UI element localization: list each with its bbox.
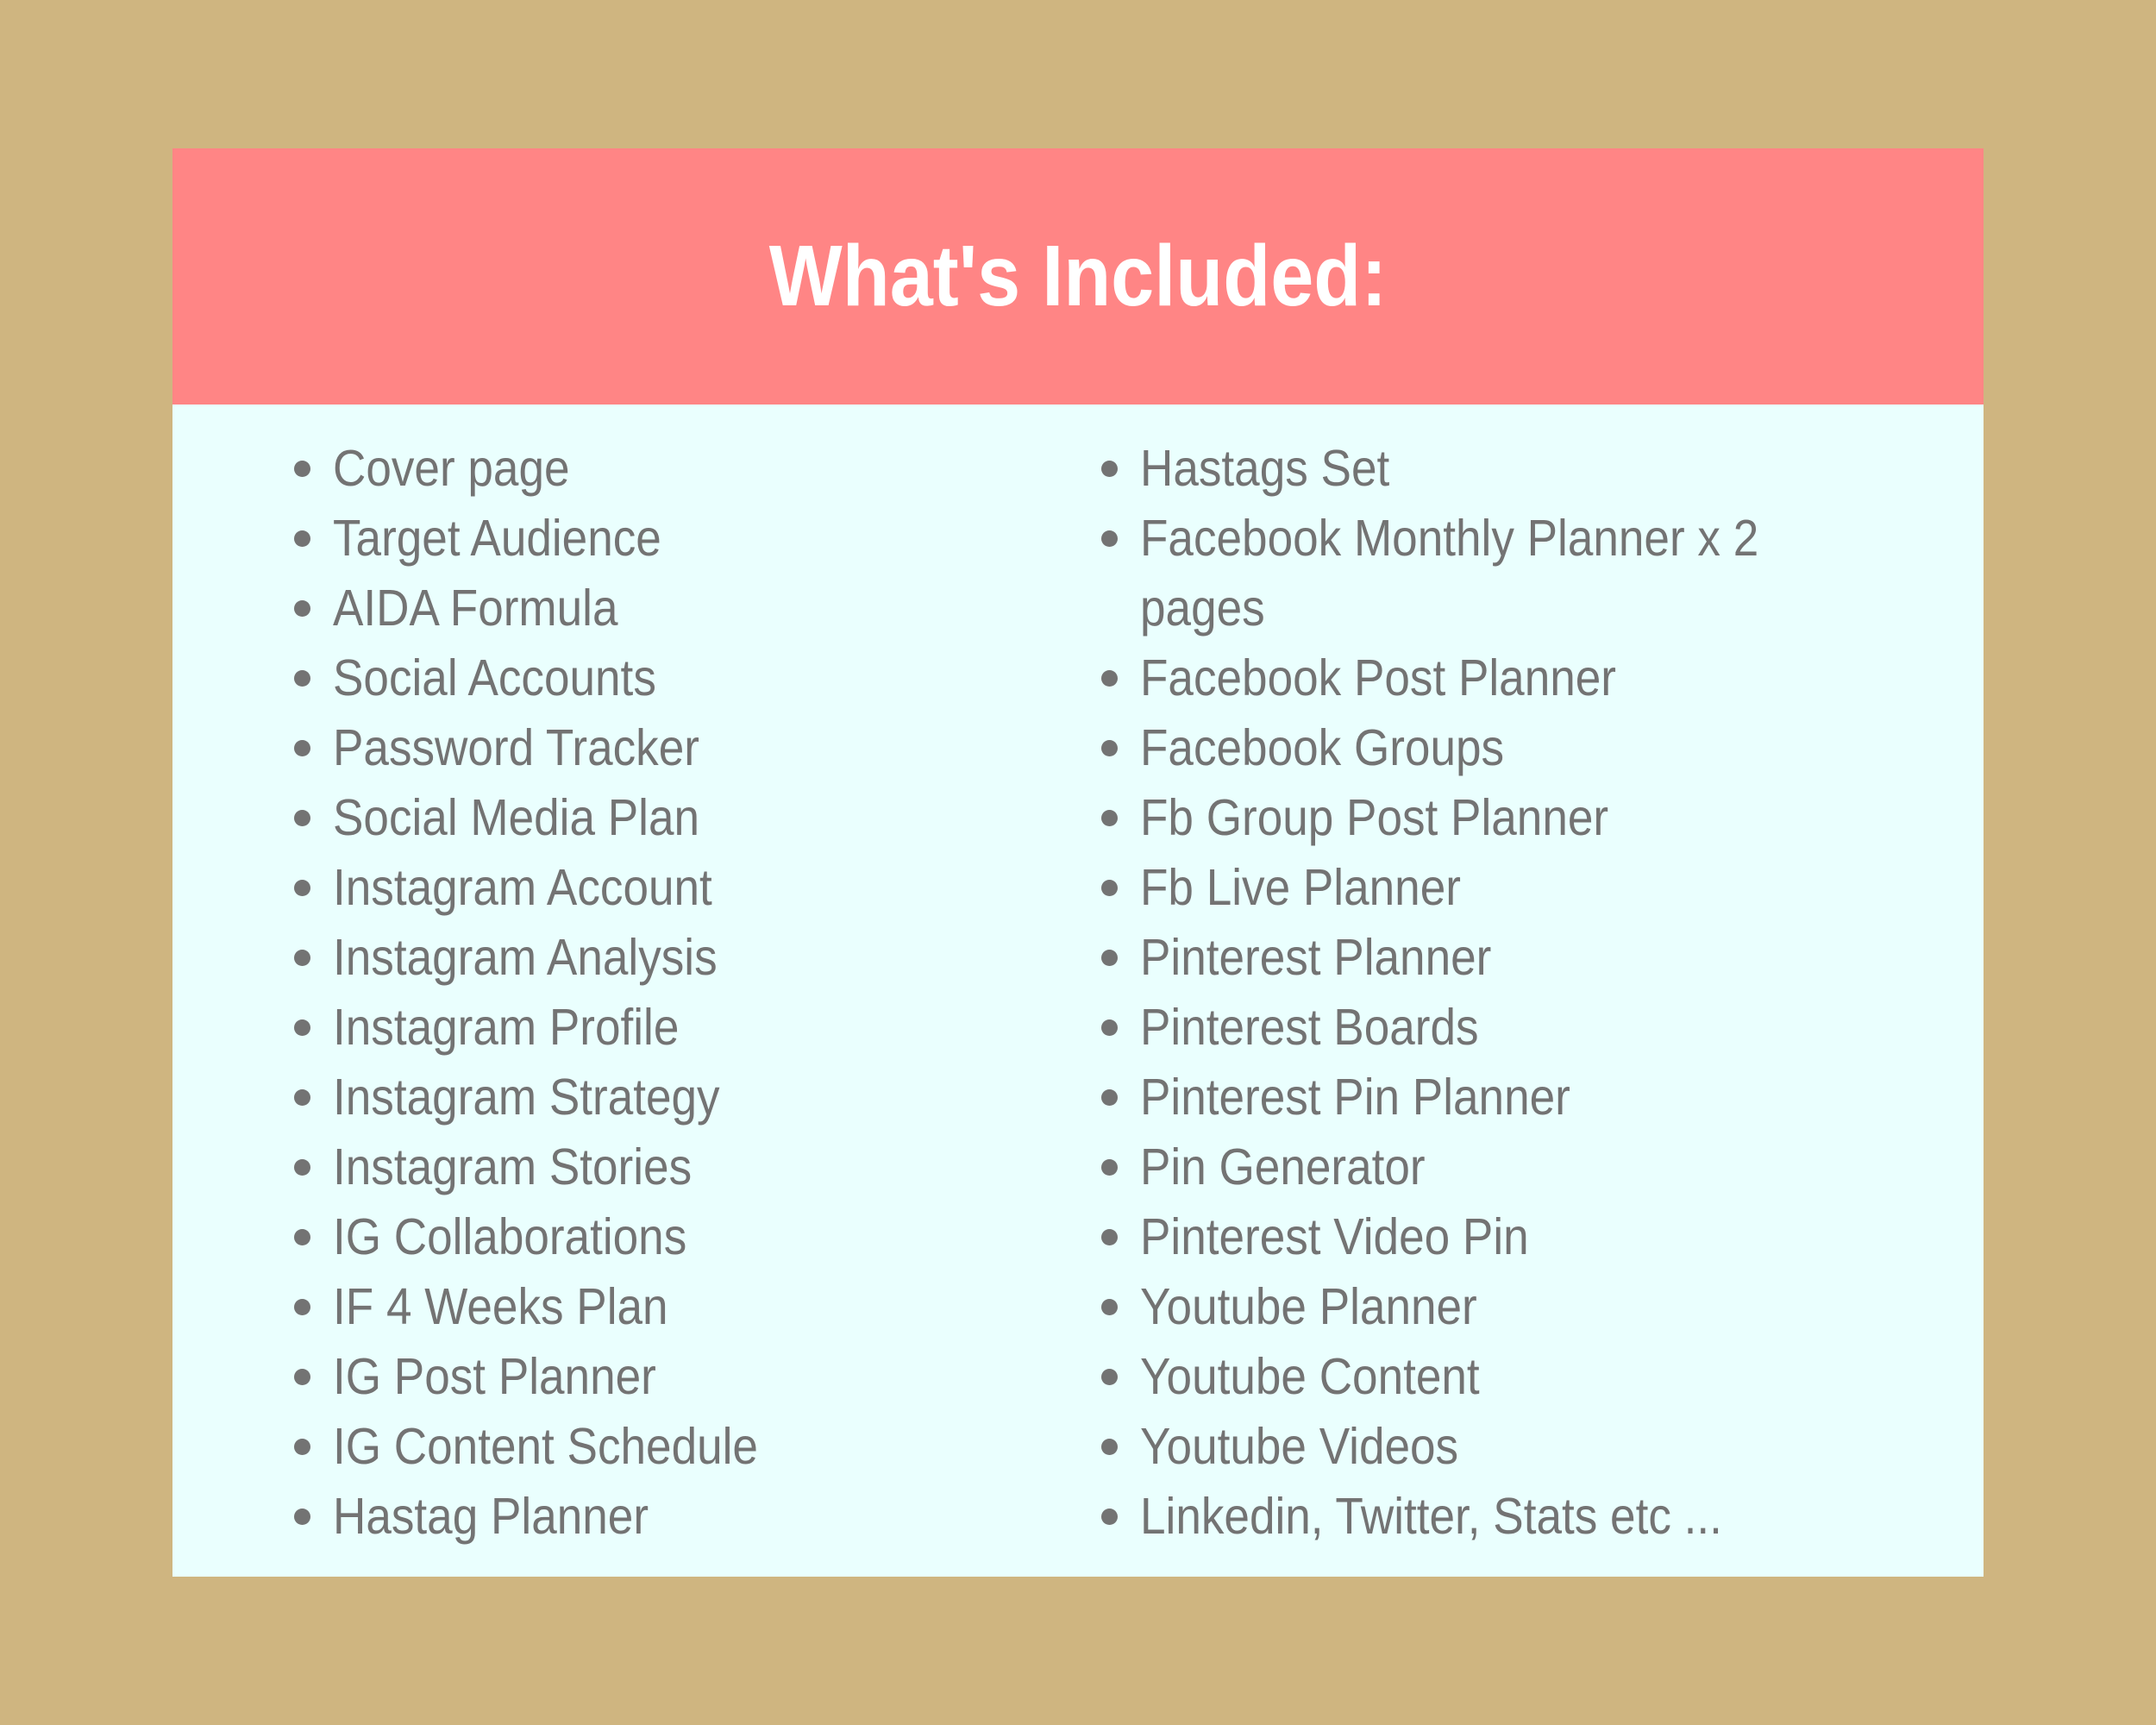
list-item-label: Hastags Set — [1140, 440, 1390, 497]
list-item-label: Youtube Content — [1140, 1348, 1480, 1405]
bullet-icon — [294, 530, 310, 547]
list-item: Fb Group Post Planner — [1101, 783, 1843, 853]
list-item: Linkedin, Twitter, Stats etc ... — [1101, 1482, 1843, 1552]
bullet-icon — [1101, 530, 1118, 547]
list-item-label: Hastag Planner — [333, 1488, 649, 1545]
list-item: Fb Live Planner — [1101, 853, 1843, 923]
bullet-icon — [1101, 1089, 1118, 1106]
bullet-icon — [1101, 1159, 1118, 1176]
bullet-icon — [294, 740, 310, 756]
list-item: Social Media Plan — [294, 783, 898, 853]
included-list-right: Hastags Set Facebook Monthly Planner x 2… — [1101, 434, 1843, 1552]
list-item: Facebook Groups — [1101, 713, 1843, 783]
bullet-icon — [294, 600, 310, 617]
list-item-label: Facebook Monthly Planner x 2 pages — [1140, 510, 1759, 637]
list-item: IF 4 Weeks Plan — [294, 1272, 898, 1342]
list-item-label: AIDA Formula — [333, 580, 618, 637]
list-item-label: IF 4 Weeks Plan — [333, 1278, 668, 1335]
list-item: Password Tracker — [294, 713, 898, 783]
list-item-label: Facebook Post Planner — [1140, 649, 1616, 706]
bullet-icon — [294, 1369, 310, 1385]
list-item-label: Youtube Videos — [1140, 1418, 1459, 1475]
page-title: What's Included: — [768, 228, 1388, 324]
list-item-label: Facebook Groups — [1140, 719, 1505, 776]
bullet-icon — [294, 950, 310, 966]
list-item: Youtube Content — [1101, 1342, 1843, 1412]
list-item: IG Collaborations — [294, 1202, 898, 1272]
list-item: Target Audience — [294, 504, 898, 574]
bullet-icon — [1101, 1369, 1118, 1385]
bullet-icon — [294, 1089, 310, 1106]
bullet-icon — [1101, 1019, 1118, 1036]
bullet-icon — [294, 1299, 310, 1315]
bullet-icon — [294, 1439, 310, 1455]
bullet-icon — [1101, 810, 1118, 826]
list-item: Pinterest Pin Planner — [1101, 1063, 1843, 1132]
bullet-icon — [294, 810, 310, 826]
list-item: Instagram Stories — [294, 1132, 898, 1202]
bullet-icon — [294, 1509, 310, 1525]
list-item-label: Cover page — [333, 440, 570, 497]
list-item-label: Pinterest Pin Planner — [1140, 1069, 1570, 1126]
bullet-icon — [1101, 461, 1118, 477]
list-item: Instagram Analysis — [294, 923, 898, 993]
list-item-label: Fb Live Planner — [1140, 859, 1461, 916]
list-item-label: Social Accounts — [333, 649, 656, 706]
list-item: Instagram Account — [294, 853, 898, 923]
list-item-label: Pinterest Planner — [1140, 929, 1492, 986]
list-item-label: IG Post Planner — [333, 1348, 656, 1405]
list-item: Facebook Post Planner — [1101, 643, 1843, 713]
list-item-label: Pinterest Boards — [1140, 999, 1479, 1056]
list-item: Hastag Planner — [294, 1482, 898, 1552]
list-item-label: Instagram Analysis — [333, 929, 718, 986]
bullet-icon — [1101, 670, 1118, 687]
list-item-label: Instagram Account — [333, 859, 712, 916]
card-header: What's Included: — [172, 148, 1984, 405]
list-item-label: Social Media Plan — [333, 789, 700, 846]
bullet-icon — [1101, 1439, 1118, 1455]
list-item-label: Youtube Planner — [1140, 1278, 1477, 1335]
bullet-icon — [294, 670, 310, 687]
list-item: Youtube Planner — [1101, 1272, 1843, 1342]
list-item-label: Linkedin, Twitter, Stats etc ... — [1140, 1488, 1722, 1545]
bullet-icon — [1101, 1229, 1118, 1245]
bullet-icon — [1101, 1299, 1118, 1315]
list-item: Cover page — [294, 434, 898, 504]
list-item: IG Content Schedule — [294, 1412, 898, 1482]
list-item: Facebook Monthly Planner x 2 pages — [1101, 504, 1843, 643]
list-item: Social Accounts — [294, 643, 898, 713]
list-item-label: Pinterest Video Pin — [1140, 1208, 1529, 1265]
list-item: AIDA Formula — [294, 574, 898, 643]
list-item: Pinterest Planner — [1101, 923, 1843, 993]
list-item-label: IG Content Schedule — [333, 1418, 758, 1475]
bullet-icon — [294, 461, 310, 477]
list-item-label: Password Tracker — [333, 719, 699, 776]
list-item: Instagram Profile — [294, 993, 898, 1063]
list-item: Youtube Videos — [1101, 1412, 1843, 1482]
bullet-icon — [294, 1159, 310, 1176]
list-item: Pin Generator — [1101, 1132, 1843, 1202]
bullet-icon — [294, 880, 310, 896]
list-item: Hastags Set — [1101, 434, 1843, 504]
bullet-icon — [1101, 880, 1118, 896]
list-item-label: Instagram Strategy — [333, 1069, 720, 1126]
bullet-icon — [1101, 740, 1118, 756]
list-item-label: Pin Generator — [1140, 1138, 1426, 1195]
list-item: Pinterest Boards — [1101, 993, 1843, 1063]
list-item: Pinterest Video Pin — [1101, 1202, 1843, 1272]
list-item-label: Instagram Stories — [333, 1138, 693, 1195]
bullet-icon — [294, 1019, 310, 1036]
list-item-label: Instagram Profile — [333, 999, 680, 1056]
bullet-icon — [294, 1229, 310, 1245]
list-item: IG Post Planner — [294, 1342, 898, 1412]
bullet-icon — [1101, 950, 1118, 966]
included-list-left: Cover page Target Audience AIDA Formula … — [294, 434, 898, 1552]
bullet-icon — [1101, 1509, 1118, 1525]
list-item: Instagram Strategy — [294, 1063, 898, 1132]
list-item-label: Target Audience — [333, 510, 661, 567]
list-item-label: Fb Group Post Planner — [1140, 789, 1609, 846]
list-item-label: IG Collaborations — [333, 1208, 687, 1265]
included-card: What's Included: Cover page Target Audie… — [172, 148, 1984, 1577]
